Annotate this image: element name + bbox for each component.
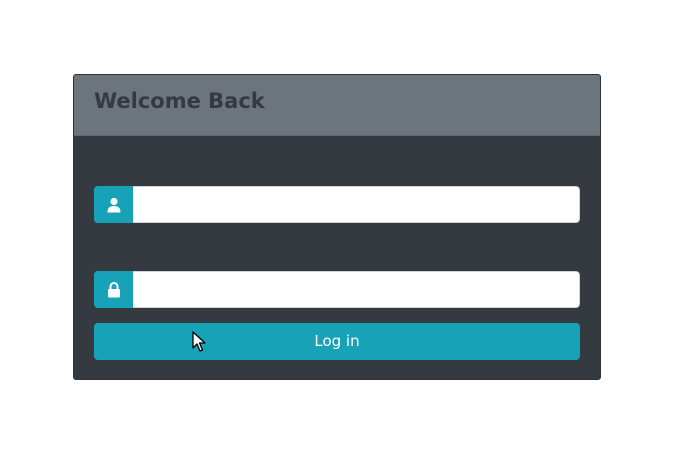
card-header: Welcome Back xyxy=(74,75,600,136)
password-field[interactable] xyxy=(133,271,580,308)
username-field[interactable] xyxy=(133,186,580,223)
password-input-group xyxy=(94,271,580,308)
login-card: Welcome Back Log in xyxy=(73,74,601,380)
user-icon xyxy=(94,186,133,223)
lock-icon xyxy=(94,271,133,308)
page-title: Welcome Back xyxy=(94,89,265,113)
login-button[interactable]: Log in xyxy=(94,323,580,360)
username-input-group xyxy=(94,186,580,223)
